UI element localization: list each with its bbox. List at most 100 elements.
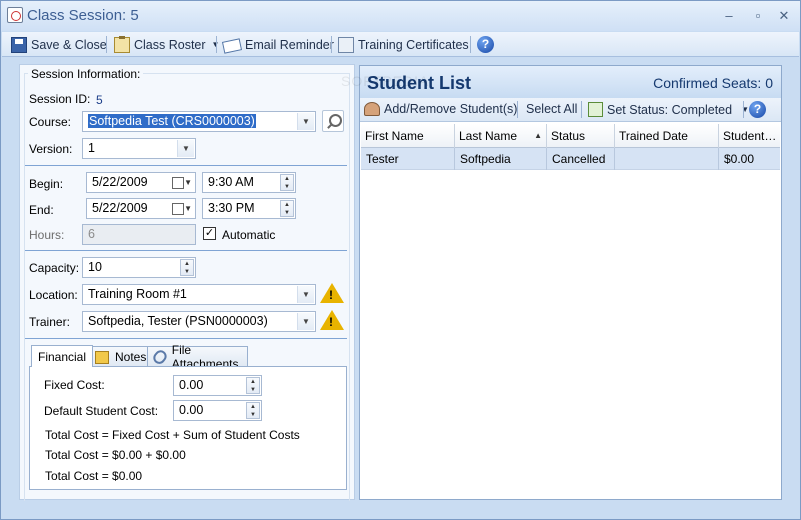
cell-student-cost: $0.00 — [724, 152, 755, 166]
version-value: 1 — [88, 141, 95, 155]
chevron-down-icon[interactable]: ▼ — [177, 140, 194, 157]
total-cost: Total Cost = $0.00 — [45, 469, 143, 483]
email-reminder-button[interactable]: Email Reminder — [221, 35, 334, 54]
set-status-button[interactable]: Set Status: Completed ▼ — [588, 102, 749, 117]
capacity-spinner[interactable]: 10 ▲ ▼ — [82, 257, 196, 278]
notes-icon — [95, 350, 109, 364]
trainer-combobox[interactable]: Softpedia, Tester (PSN0000003) ▼ — [82, 311, 316, 332]
tab-file-attachments[interactable]: File Attachments — [147, 343, 248, 371]
class-roster-button[interactable]: Class Roster ▼ — [114, 35, 219, 54]
chevron-down-icon[interactable]: ▼ — [297, 313, 314, 330]
course-label: Course: — [29, 115, 72, 129]
class-roster-label: Class Roster — [134, 37, 206, 52]
fixed-cost-label: Fixed Cost: — [44, 378, 105, 392]
trainer-label: Trainer: — [29, 315, 70, 329]
main-toolbar: Save & Close Class Roster ▼ Email Remind… — [2, 32, 799, 57]
section-divider — [25, 338, 347, 339]
help-button[interactable]: ? — [477, 35, 498, 54]
help-icon: ? — [749, 101, 766, 118]
course-combobox[interactable]: Softpedia Test (CRS0000003) ▼ — [82, 111, 316, 132]
tab-notes-label: Notes — [115, 350, 147, 364]
student-grid-header: First Name Last Name ▲ Status Trained Da… — [361, 124, 780, 148]
cell-first-name: Tester — [361, 148, 455, 170]
column-first-name[interactable]: First Name — [361, 124, 455, 148]
add-remove-students-button[interactable]: Add/Remove Student(s) — [364, 102, 517, 116]
set-status-label: Set Status: Completed — [607, 102, 733, 117]
cell-status: Cancelled — [547, 148, 615, 170]
app-icon — [7, 7, 23, 23]
column-status[interactable]: Status — [547, 124, 615, 148]
table-row[interactable]: Tester Softpedia Cancelled $0.00 — [361, 148, 780, 170]
hours-value: 6 — [88, 227, 95, 241]
chevron-down-icon[interactable]: ▼ — [297, 286, 314, 303]
email-reminder-label: Email Reminder — [245, 37, 334, 52]
course-search-button[interactable] — [322, 110, 344, 132]
spinner-icon[interactable]: ▲ ▼ — [180, 259, 194, 276]
begin-label: Begin: — [29, 177, 64, 191]
help-icon: ? — [477, 36, 494, 53]
spinner-icon[interactable]: ▲ ▼ — [280, 174, 294, 191]
calendar-icon[interactable]: ▼ — [172, 200, 194, 217]
course-value: Softpedia Test (CRS0000003) — [88, 114, 256, 128]
save-icon — [11, 36, 27, 53]
confirmed-seats: Confirmed Seats: 0 — [653, 75, 773, 91]
end-date-picker[interactable]: 5/22/2009 ▼ — [86, 198, 196, 219]
student-list-help-button[interactable]: ? — [749, 101, 770, 118]
envelope-icon — [221, 37, 243, 54]
save-close-label: Save & Close — [31, 37, 107, 52]
end-label: End: — [29, 203, 54, 217]
begin-time-value: 9:30 AM — [208, 175, 254, 189]
total-cost-calculation: Total Cost = $0.00 + $0.00 — [45, 448, 186, 462]
session-info-title: Session Information: — [28, 67, 144, 81]
cell-last-name: Softpedia — [455, 148, 547, 170]
capacity-label: Capacity: — [29, 261, 80, 275]
end-time-spinner[interactable]: 3:30 PM ▲ ▼ — [202, 198, 296, 219]
begin-time-spinner[interactable]: 9:30 AM ▲ ▼ — [202, 172, 296, 193]
calendar-icon[interactable]: ▼ — [172, 174, 194, 191]
toolbar-separator — [331, 36, 332, 53]
column-trained-date[interactable]: Trained Date — [615, 124, 719, 148]
select-all-button[interactable]: Select All — [526, 102, 577, 116]
end-date-value: 5/22/2009 — [92, 201, 148, 215]
tab-financial[interactable]: Financial — [31, 345, 94, 367]
training-certificates-label: Training Certificates — [358, 37, 469, 52]
location-warning-icon[interactable]: ! — [320, 283, 344, 303]
spinner-icon[interactable]: ▲ ▼ — [246, 377, 260, 394]
trainer-value: Softpedia, Tester (PSN0000003) — [88, 314, 268, 328]
tab-financial-label: Financial — [38, 349, 87, 364]
total-cost-formula: Total Cost = Fixed Cost + Sum of Student… — [45, 428, 300, 442]
spinner-icon[interactable]: ▲ ▼ — [246, 402, 260, 419]
column-last-name[interactable]: Last Name ▲ — [455, 124, 547, 148]
begin-date-value: 5/22/2009 — [92, 175, 148, 189]
toolbar-separator — [106, 36, 107, 53]
window-title: Class Session: 5 — [27, 7, 139, 24]
spinner-icon[interactable]: ▲ ▼ — [280, 200, 294, 217]
training-certificates-button[interactable]: Training Certificates — [338, 35, 469, 54]
save-close-button[interactable]: Save & Close — [11, 35, 107, 54]
location-value: Training Room #1 — [88, 287, 187, 301]
location-label: Location: — [29, 288, 78, 302]
certificate-icon — [338, 36, 354, 53]
column-last-name-label: Last Name — [459, 129, 518, 143]
section-divider — [25, 165, 347, 166]
trainer-warning-icon[interactable]: ! — [320, 310, 344, 330]
capacity-value: 10 — [88, 260, 102, 274]
fixed-cost-spinner[interactable]: 0.00 ▲ ▼ — [173, 375, 262, 396]
automatic-checkbox[interactable]: ✓ — [203, 227, 216, 240]
begin-date-picker[interactable]: 5/22/2009 ▼ — [86, 172, 196, 193]
location-combobox[interactable]: Training Room #1 ▼ — [82, 284, 316, 305]
chevron-down-icon[interactable]: ▼ — [297, 113, 314, 130]
student-list-toolbar: Add/Remove Student(s) Select All Set Sta… — [360, 98, 781, 122]
hours-field: 6 — [82, 224, 196, 245]
close-icon[interactable]: ✕ — [773, 7, 795, 25]
select-all-label: Select All — [526, 102, 578, 116]
default-student-cost-spinner[interactable]: 0.00 ▲ ▼ — [173, 400, 262, 421]
fixed-cost-value: 0.00 — [179, 378, 204, 392]
section-divider — [25, 250, 347, 251]
end-time-value: 3:30 PM — [208, 201, 255, 215]
maximize-icon[interactable]: ▫ — [747, 7, 769, 25]
column-student-cost[interactable]: Student… — [719, 124, 780, 148]
tab-notes[interactable]: Notes — [88, 346, 154, 367]
minimize-icon[interactable]: – — [718, 7, 740, 25]
version-combobox[interactable]: 1 ▼ — [82, 138, 196, 159]
